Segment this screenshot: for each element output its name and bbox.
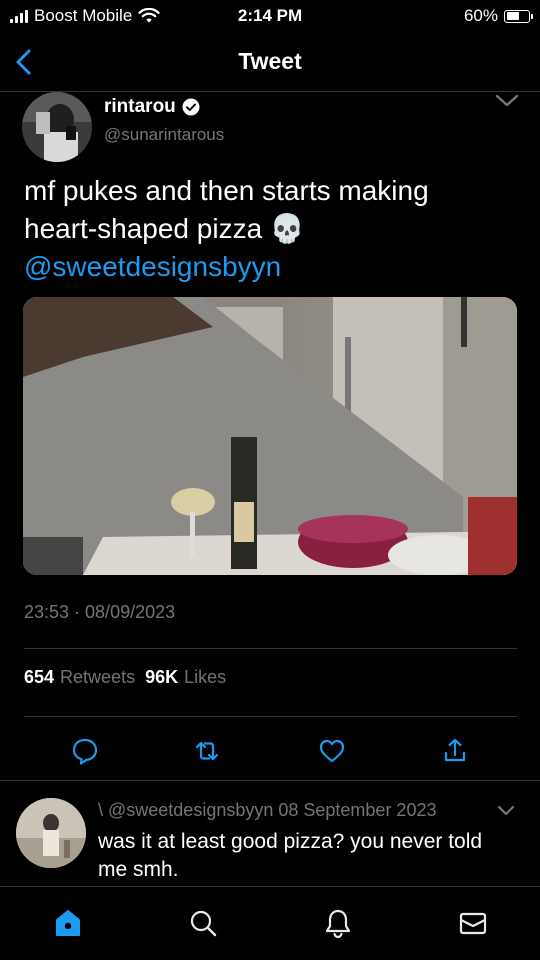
likes-label: Likes — [184, 667, 227, 687]
status-bar: Boost Mobile 2:14 PM 60% — [0, 0, 540, 32]
search-icon[interactable] — [187, 907, 219, 939]
page-title: Tweet — [238, 48, 302, 74]
retweets-count: 654 — [24, 667, 55, 687]
tweet-actions — [0, 730, 540, 770]
author-name[interactable]: rintarou — [104, 96, 176, 118]
bell-icon[interactable] — [322, 907, 354, 939]
tweet-media-image[interactable] — [23, 297, 517, 575]
likes-count: 96K — [145, 667, 179, 687]
battery-percent: 60% — [463, 6, 498, 25]
retweet-icon[interactable] — [192, 736, 222, 766]
tweet-stats: 654 Retweets 96K Likes — [24, 667, 226, 688]
heart-icon[interactable] — [317, 736, 347, 766]
share-icon[interactable] — [440, 736, 470, 766]
tweet-mention-link[interactable]: @sweetdesignsbyyn — [24, 251, 281, 282]
author-handle[interactable]: @sunarintarous — [104, 125, 224, 145]
divider — [24, 648, 517, 649]
verified-badge-icon — [182, 98, 200, 116]
retweets-label: Retweets — [60, 667, 136, 687]
nav-header: Tweet — [0, 32, 540, 92]
comment-icon[interactable] — [70, 736, 100, 766]
author-avatar[interactable] — [22, 92, 92, 162]
battery-fill — [506, 12, 520, 20]
likes-stat[interactable]: 96K Likes — [145, 667, 226, 688]
reply-text: was it at least good pizza? you never to… — [98, 830, 483, 881]
battery-group: 60% — [463, 6, 533, 26]
retweets-stat[interactable]: 654 Retweets — [24, 667, 135, 688]
status-time: 2:14 PM — [237, 6, 303, 25]
tweet-timestamp: 23:53 · 08/09/2023 — [24, 602, 176, 622]
divider — [24, 716, 517, 717]
chevron-down-icon[interactable] — [496, 804, 516, 818]
tweet-text: mf pukes and then starts making heart-sh… — [24, 172, 504, 286]
home-icon[interactable] — [52, 907, 84, 939]
section-divider — [0, 780, 540, 781]
author-name-row[interactable]: rintarou — [104, 96, 200, 118]
battery-icon — [504, 9, 533, 23]
chevron-down-icon[interactable] — [494, 92, 520, 110]
tweet-body: mf pukes and then starts making heart-sh… — [24, 175, 429, 244]
reply-avatar[interactable] — [16, 798, 86, 868]
mail-icon[interactable] — [457, 907, 489, 939]
reply-meta[interactable]: \ @sweetdesignsbyyn 08 September 2023 — [98, 800, 436, 821]
bottom-tab-bar — [0, 886, 540, 960]
